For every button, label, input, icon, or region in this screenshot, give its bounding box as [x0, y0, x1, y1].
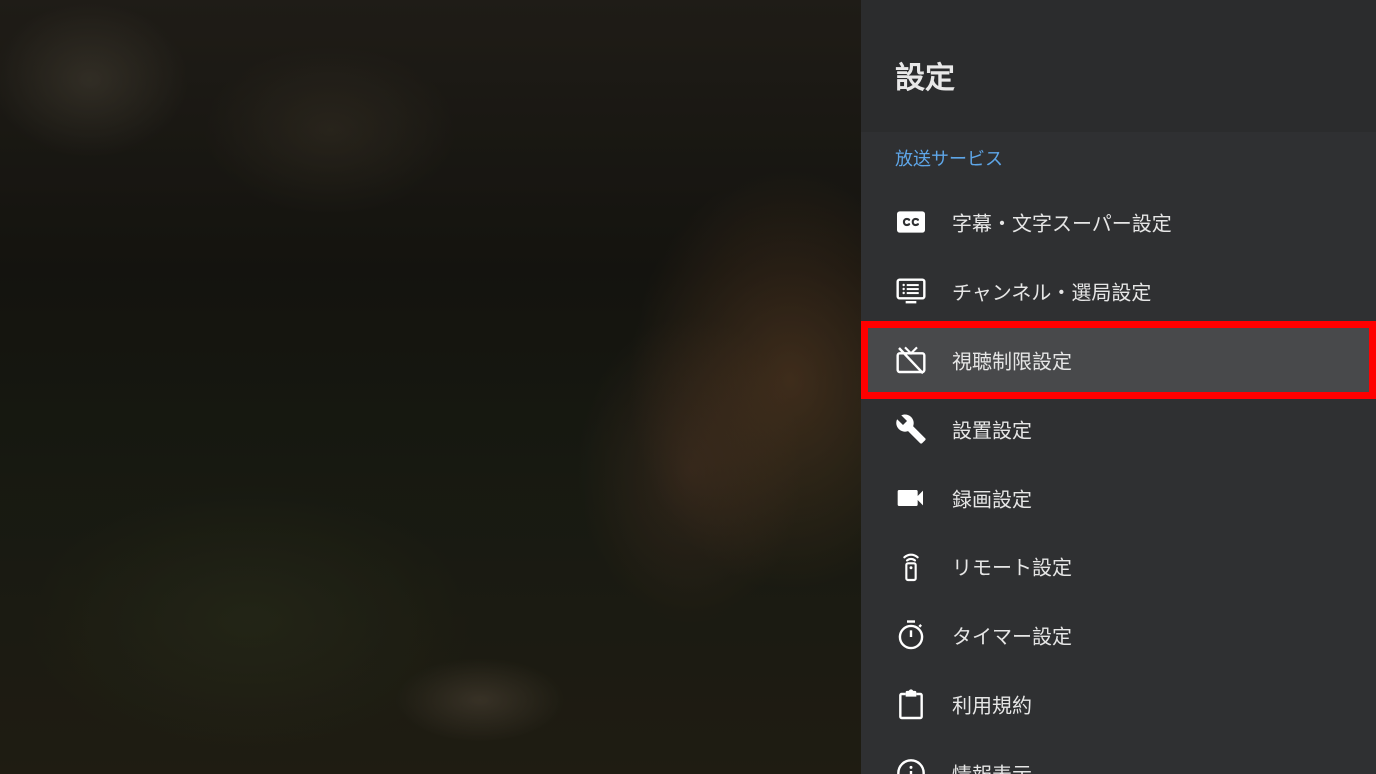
menu-item-parental-control[interactable]: 視聴制限設定	[861, 320, 1376, 400]
timer-icon	[895, 619, 927, 651]
tv-settings-screen: 設定 放送サービス 字幕・文字スーパー設定 チャンネル・選局設定 視聴制限設定 …	[0, 0, 1376, 774]
menu-item-label: 情報表示	[952, 758, 1032, 774]
info-icon	[895, 757, 927, 774]
menu-item-label: 視聴制限設定	[952, 349, 1072, 374]
tv-off-icon	[895, 344, 927, 376]
menu-item-label: リモート設定	[952, 555, 1072, 580]
menu-item-label: 録画設定	[952, 487, 1032, 512]
page-title: 設定	[895, 61, 955, 96]
menu-item-label: チャンネル・選局設定	[952, 280, 1152, 305]
menu-item-terms-of-use[interactable]: 利用規約	[861, 670, 1376, 739]
menu-item-label: 利用規約	[952, 693, 1032, 718]
remote-icon	[895, 550, 927, 582]
menu-item-installation-settings[interactable]: 設置設定	[861, 394, 1376, 463]
menu-item-timer-settings[interactable]: タイマー設定	[861, 601, 1376, 670]
menu-item-caption-settings[interactable]: 字幕・文字スーパー設定	[861, 188, 1376, 257]
menu-item-remote-settings[interactable]: リモート設定	[861, 532, 1376, 601]
settings-panel: 設定 放送サービス 字幕・文字スーパー設定 チャンネル・選局設定 視聴制限設定 …	[861, 0, 1376, 774]
menu-item-channel-settings[interactable]: チャンネル・選局設定	[861, 257, 1376, 326]
background-dim-overlay	[0, 0, 861, 774]
menu-item-label: 字幕・文字スーパー設定	[952, 211, 1172, 236]
wrench-icon	[895, 413, 927, 445]
section-label-broadcast: 放送サービス	[895, 149, 1003, 170]
menu-item-label: タイマー設定	[952, 624, 1072, 649]
menu-item-information[interactable]: 情報表示	[861, 738, 1376, 774]
channel-list-icon	[895, 275, 927, 307]
menu-item-label: 設置設定	[952, 418, 1032, 443]
menu-item-recording-settings[interactable]: 録画設定	[861, 463, 1376, 532]
video-camera-icon	[895, 482, 927, 514]
settings-menu: 字幕・文字スーパー設定 チャンネル・選局設定 視聴制限設定 設置設定 録画設定 …	[861, 188, 1376, 774]
clipboard-icon	[895, 688, 927, 720]
settings-header: 設定	[861, 0, 1376, 132]
closed-caption-icon	[895, 206, 927, 238]
